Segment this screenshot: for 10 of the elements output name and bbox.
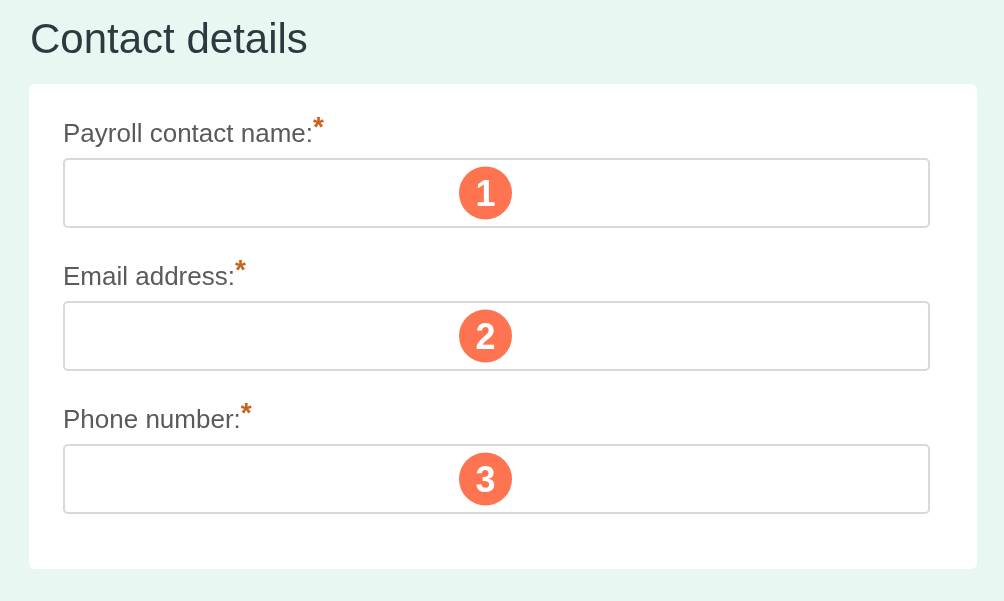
input-field[interactable] [63, 301, 930, 371]
required-mark: * [313, 111, 324, 142]
required-mark: * [240, 397, 252, 428]
required-mark: * [234, 254, 246, 285]
section-title: Contact details [30, 14, 309, 64]
input-field[interactable] [63, 158, 930, 228]
field-label: Phone number: [63, 404, 241, 434]
input-field[interactable] [63, 444, 930, 514]
field-label: Payroll contact name: [63, 118, 313, 148]
field-label: Email address: [63, 261, 235, 291]
